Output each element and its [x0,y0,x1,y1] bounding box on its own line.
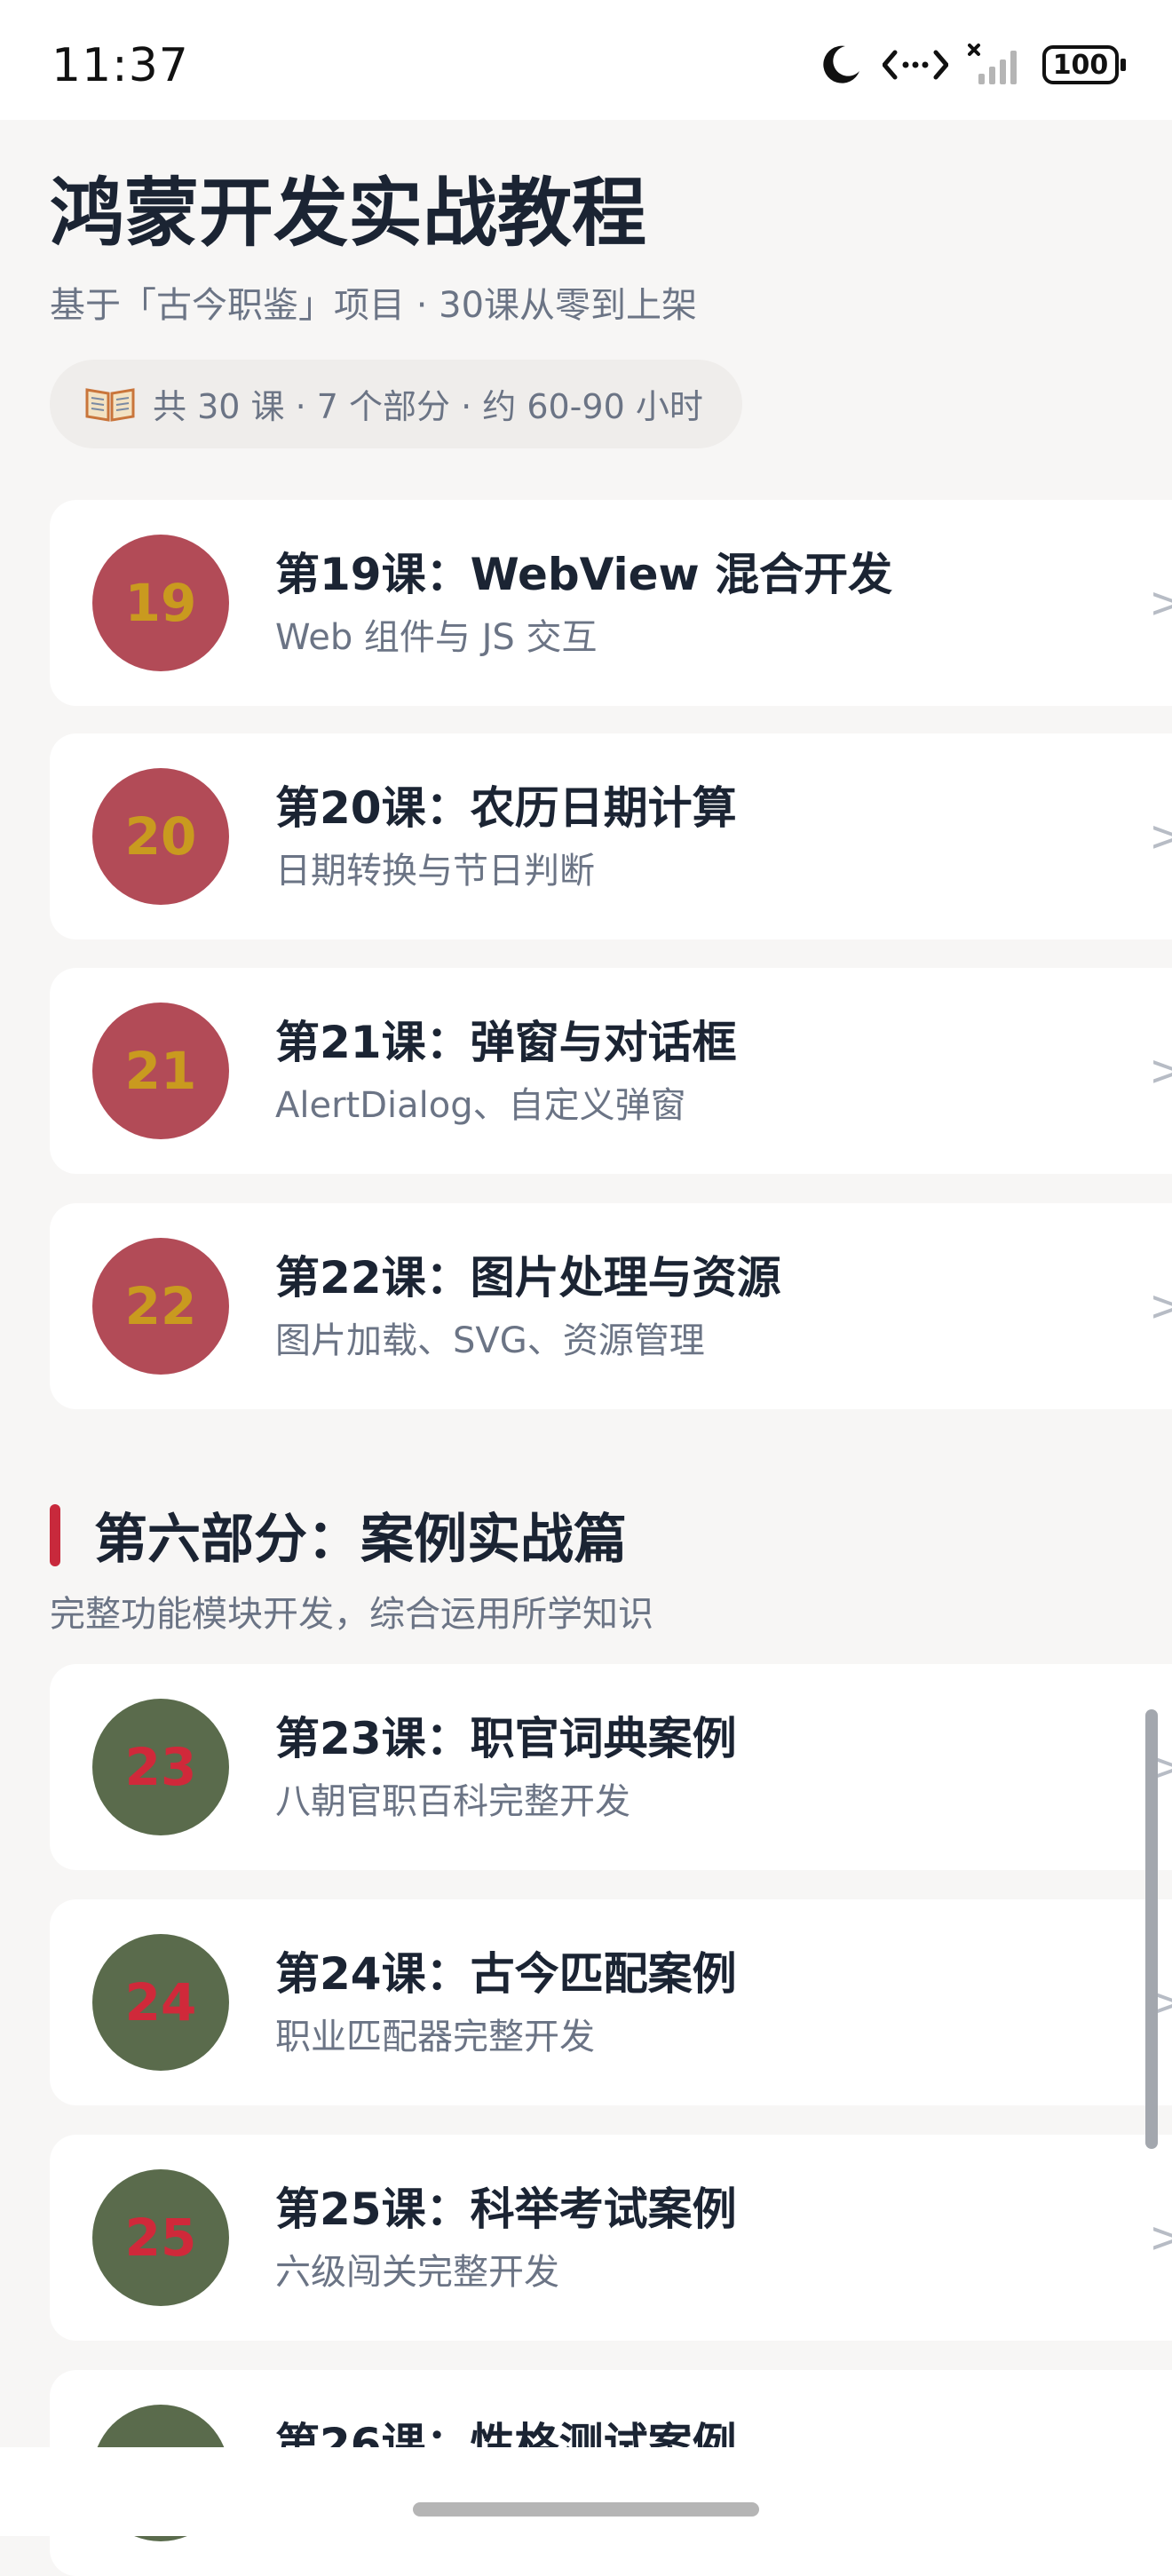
lesson-description: 图片加载、SVG、资源管理 [275,1320,705,1361]
lesson-card-20[interactable]: 20 第20课：农历日期计算 日期转换与节日判断 > [50,733,1172,939]
lesson-number-badge: 24 [92,1934,229,2071]
lesson-title: 第22课：图片处理与资源 [275,1252,781,1304]
lesson-number-badge: 20 [92,768,229,905]
lesson-card-19[interactable]: 19 第19课：WebView 混合开发 Web 组件与 JS 交互 > [50,500,1172,706]
section-accent-bar [50,1503,60,1566]
battery-icon: 100 [1042,45,1126,84]
page-subtitle: 基于「古今职鉴」项目 · 30课从零到上架 [50,284,698,326]
lesson-description: 六级闯关完整开发 [275,2252,559,2293]
status-bar: 11:37 100 [0,0,1172,120]
chevron-right-icon: > [1149,578,1172,628]
battery-level: 100 [1052,49,1109,81]
lesson-number-badge: 19 [92,535,229,671]
lesson-description: 职业匹配器完整开发 [275,2017,595,2057]
status-icons: 100 [819,43,1126,87]
lesson-card-21[interactable]: 21 第21课：弹窗与对话框 AlertDialog、自定义弹窗 > [50,968,1172,1174]
lesson-title: 第25课：科举考试案例 [275,2184,737,2235]
lesson-title: 第21课：弹窗与对话框 [275,1017,737,1068]
lesson-card-24[interactable]: 24 第24课：古今匹配案例 职业匹配器完整开发 > [50,1899,1172,2105]
home-indicator[interactable] [413,2502,759,2517]
section-description: 完整功能模块开发，综合运用所学知识 [50,1594,653,1635]
lesson-description: AlertDialog、自定义弹窗 [275,1085,686,1126]
page-header: 鸿蒙开发实战教程 基于「古今职鉴」项目 · 30课从零到上架 共 30 课 · … [50,169,1115,448]
moon-icon [823,45,859,83]
page-title: 鸿蒙开发实战教程 [50,170,647,257]
chevron-right-icon: > [1149,812,1172,861]
lesson-number-badge: 25 [92,2169,229,2306]
lesson-description: 八朝官职百科完整开发 [275,1781,630,1822]
section-title: 第六部分：案例实战篇 [94,1509,627,1571]
chevron-right-icon: > [1149,1046,1172,1096]
course-summary-text: 共 30 课 · 7 个部分 · 约 60-90 小时 [153,387,703,427]
section-heading-part6: 第六部分：案例实战篇 [50,1496,627,1573]
chevron-right-icon: > [1149,1281,1172,1331]
lesson-title: 第19课：WebView 混合开发 [275,549,893,600]
lesson-card-25[interactable]: 25 第25课：科举考试案例 六级闯关完整开发 > [50,2135,1172,2341]
lesson-title: 第23课：职官词典案例 [275,1713,737,1764]
scrollbar-thumb[interactable] [1145,1709,1158,2149]
lesson-description: 日期转换与节日判断 [275,851,595,892]
course-summary-badge: 共 30 课 · 7 个部分 · 约 60-90 小时 [50,359,742,448]
signal-no-sim-icon [968,44,1017,84]
bottom-gesture-area [0,2447,1172,2536]
lesson-number-badge: 23 [92,1699,229,1835]
chevron-right-icon: > [1149,2213,1172,2263]
data-transfer-icon [883,50,948,80]
open-book-icon [85,388,135,422]
lesson-card-23[interactable]: 23 第23课：职官词典案例 八朝官职百科完整开发 > [50,1664,1172,1870]
lesson-title: 第24课：古今匹配案例 [275,1948,737,2000]
lesson-number-badge: 22 [92,1238,229,1375]
lesson-description: Web 组件与 JS 交互 [275,617,598,658]
status-time: 11:37 [51,39,189,92]
lesson-number-badge: 21 [92,1003,229,1139]
lesson-card-22[interactable]: 22 第22课：图片处理与资源 图片加载、SVG、资源管理 > [50,1203,1172,1409]
lesson-title: 第20课：农历日期计算 [275,782,737,834]
